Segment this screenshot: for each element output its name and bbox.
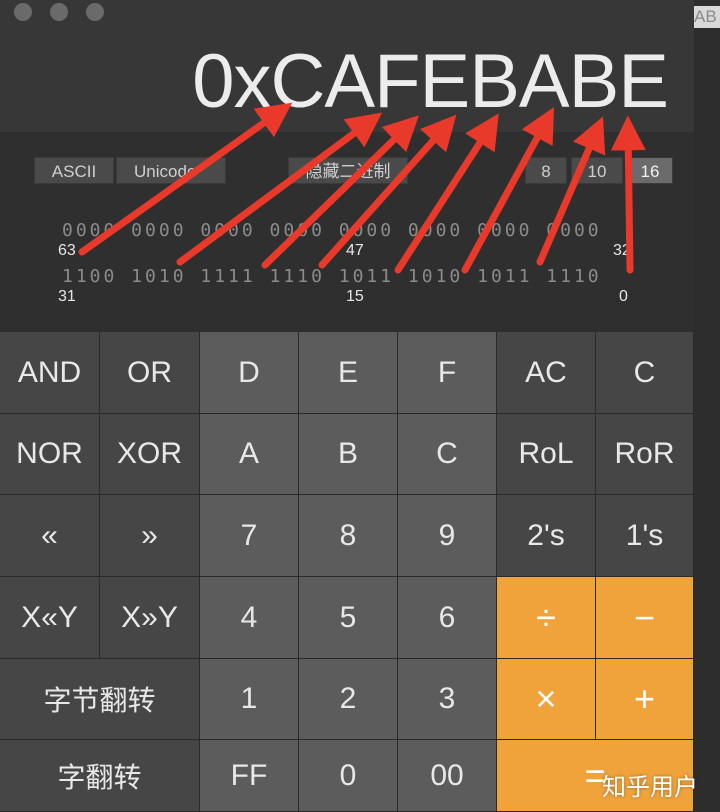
minimize-window-button[interactable] <box>50 3 68 21</box>
bit-index-31: 31 <box>58 288 76 305</box>
title-bar <box>0 0 694 30</box>
key-xor[interactable]: XOR <box>100 414 200 495</box>
key-shift-left[interactable]: « <box>0 495 100 577</box>
key-plus[interactable]: + <box>596 659 694 740</box>
key-ff[interactable]: FF <box>200 740 299 812</box>
key-e[interactable]: E <box>299 332 398 414</box>
key-c-clear[interactable]: C <box>596 332 694 414</box>
zoom-window-button[interactable] <box>86 3 104 21</box>
key-and[interactable]: AND <box>0 332 100 414</box>
bit-index-47: 47 <box>346 242 364 259</box>
programmer-panel: ASCII Unicode 隐藏二进制 8 10 16 0000 0000 00… <box>0 132 694 332</box>
calculator-window: 0xCAFEBABE ASCII Unicode 隐藏二进制 8 10 16 0… <box>0 0 694 812</box>
key-x-shift-left-y[interactable]: X«Y <box>0 577 100 659</box>
key-2[interactable]: 2 <box>299 659 398 740</box>
key-byte-flip[interactable]: 字节翻转 <box>0 659 200 740</box>
bit-row-low[interactable]: 1100 1010 1111 1110 1011 1010 1011 1110 <box>62 266 602 287</box>
tab-ascii[interactable]: ASCII <box>34 157 114 184</box>
key-7[interactable]: 7 <box>200 495 299 577</box>
bit-index-0: 0 <box>619 288 628 305</box>
key-ac[interactable]: AC <box>497 332 596 414</box>
key-ones-complement[interactable]: 1's <box>596 495 694 577</box>
key-ror[interactable]: RoR <box>596 414 694 495</box>
key-rol[interactable]: RoL <box>497 414 596 495</box>
tab-base-16[interactable]: 16 <box>627 157 673 184</box>
key-3[interactable]: 3 <box>398 659 497 740</box>
key-8[interactable]: 8 <box>299 495 398 577</box>
key-word-flip[interactable]: 字翻转 <box>0 740 200 812</box>
key-6[interactable]: 6 <box>398 577 497 659</box>
background-window-edge: AB <box>694 0 720 812</box>
key-1[interactable]: 1 <box>200 659 299 740</box>
key-multiply[interactable]: × <box>497 659 596 740</box>
key-b[interactable]: B <box>299 414 398 495</box>
bit-index-32: 32 <box>613 242 631 259</box>
key-d[interactable]: D <box>200 332 299 414</box>
key-c-hex[interactable]: C <box>398 414 497 495</box>
tab-base-8[interactable]: 8 <box>525 157 567 184</box>
key-00[interactable]: 00 <box>398 740 497 812</box>
key-shift-right[interactable]: » <box>100 495 200 577</box>
key-divide[interactable]: ÷ <box>497 577 596 659</box>
close-window-button[interactable] <box>14 3 32 21</box>
bit-index-15: 15 <box>346 288 364 305</box>
display-value: 0xCAFEBABE <box>192 39 669 124</box>
key-f[interactable]: F <box>398 332 497 414</box>
key-4[interactable]: 4 <box>200 577 299 659</box>
key-nor[interactable]: NOR <box>0 414 100 495</box>
key-x-shift-right-y[interactable]: X»Y <box>100 577 200 659</box>
key-a[interactable]: A <box>200 414 299 495</box>
tab-unicode[interactable]: Unicode <box>116 157 226 184</box>
display-area: 0xCAFEBABE <box>0 0 694 132</box>
watermark: 知乎用户 <box>602 774 698 801</box>
key-0[interactable]: 0 <box>299 740 398 812</box>
bit-index-63: 63 <box>58 242 76 259</box>
key-or[interactable]: OR <box>100 332 200 414</box>
background-window-text: AB <box>694 6 720 28</box>
key-5[interactable]: 5 <box>299 577 398 659</box>
tab-hide-binary[interactable]: 隐藏二进制 <box>288 157 408 184</box>
bit-row-high[interactable]: 0000 0000 0000 0000 0000 0000 0000 0000 <box>62 220 602 241</box>
key-minus[interactable]: − <box>596 577 694 659</box>
tab-base-10[interactable]: 10 <box>571 157 623 184</box>
keypad: AND OR D E F AC C NOR XOR A B C RoL RoR … <box>0 332 694 812</box>
key-9[interactable]: 9 <box>398 495 497 577</box>
key-twos-complement[interactable]: 2's <box>497 495 596 577</box>
